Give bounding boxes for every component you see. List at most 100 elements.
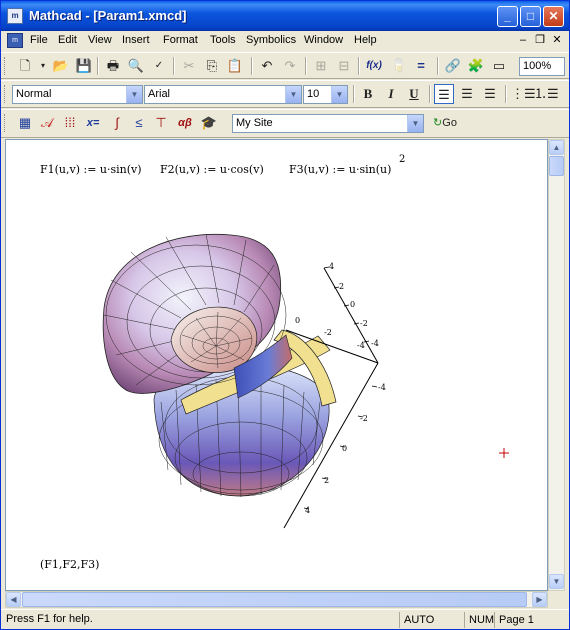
horizontal-scrollbar[interactable]: ◀ ▶	[5, 591, 548, 608]
open-icon[interactable]: 📂	[51, 56, 71, 76]
tick-label: 2	[339, 282, 344, 291]
vertical-scroll-thumb[interactable]	[549, 156, 564, 176]
worksheet[interactable]: F1(u,v) := u·sin(v) F2(u,v) := u·cos(v) …	[5, 139, 548, 591]
evaluation-icon[interactable]: x=	[83, 113, 103, 133]
style-select[interactable]: Normal ▼	[12, 85, 143, 104]
chevron-down-icon[interactable]: ▼	[331, 86, 347, 103]
align-right-icon[interactable]: ☰	[480, 84, 500, 104]
minimize-button[interactable]: _	[497, 6, 518, 27]
status-page: Page 1	[494, 612, 566, 628]
menu-symbolics[interactable]: Symbolics	[246, 34, 296, 46]
toolbar-grip[interactable]	[4, 114, 7, 132]
zoom-select[interactable]: 100%	[519, 57, 565, 76]
spellcheck-icon[interactable]: ✓	[149, 56, 169, 76]
menu-help[interactable]: Help	[354, 34, 377, 46]
status-num-lock: NUM	[464, 612, 494, 628]
tick-label: -4	[378, 383, 386, 392]
resource-center-icon[interactable]: ▭	[489, 56, 509, 76]
matrix-icon[interactable]: ⁞⁞⁞	[60, 113, 80, 133]
save-icon[interactable]: 💾	[74, 56, 94, 76]
tick-label: 4	[305, 506, 310, 515]
scroll-up-icon[interactable]: ▲	[549, 140, 564, 155]
menu-window[interactable]: Window	[304, 34, 343, 46]
menu-tools[interactable]: Tools	[210, 34, 236, 46]
separator	[305, 57, 307, 75]
scroll-right-icon[interactable]: ▶	[532, 592, 547, 607]
chevron-down-icon[interactable]: ▼	[285, 86, 301, 103]
new-dropdown-icon[interactable]: ▾	[33, 56, 53, 76]
go-button[interactable]: ↻Go	[427, 113, 463, 133]
vertical-scrollbar[interactable]: ▲ ▼	[548, 139, 565, 591]
paste-icon[interactable]: 📋	[225, 56, 245, 76]
scroll-left-icon[interactable]: ◀	[6, 592, 21, 607]
bold-button[interactable]: B	[358, 84, 378, 104]
align-center-icon[interactable]: ☰	[457, 84, 477, 104]
doc-close-button[interactable]: ✕	[549, 33, 565, 48]
menu-view[interactable]: View	[88, 34, 112, 46]
tick-label: 0	[342, 444, 347, 453]
insert-hyperlink-icon[interactable]: 🔗	[443, 56, 463, 76]
calculus-icon[interactable]: ∫	[107, 113, 127, 133]
menu-format[interactable]: Format	[163, 34, 198, 46]
go-arrow-icon: ↻	[433, 117, 443, 129]
document-icon[interactable]: m	[7, 33, 23, 48]
maximize-button[interactable]: □	[520, 6, 541, 27]
surface-plot[interactable]: 4 2 0 -2 -4 0 -2 -4 -4 -2 0 2 4	[6, 140, 548, 591]
symbolic-icon[interactable]: 🎓	[199, 113, 219, 133]
plot-upper-surface	[102, 233, 293, 399]
calculator-icon[interactable]: ▦	[15, 113, 35, 133]
redo-icon[interactable]: ↷	[280, 56, 300, 76]
toolbar-grip[interactable]	[4, 57, 7, 75]
chevron-down-icon[interactable]: ▼	[126, 86, 142, 103]
title-bar[interactable]: m Mathcad - [Param1.xmcd] _ □ ✕	[1, 1, 569, 31]
tick-label: 4	[329, 262, 334, 271]
separator	[251, 57, 253, 75]
doc-restore-button[interactable]: ❐	[532, 33, 548, 48]
menu-file[interactable]: File	[30, 34, 48, 46]
cut-icon[interactable]: ✂	[179, 56, 199, 76]
print-preview-icon[interactable]: 🔍	[126, 56, 146, 76]
separator	[505, 85, 507, 103]
formatting-toolbar: Normal ▼ Arial ▼ 10 ▼ B I U ☰ ☰ ☰ ⋮☰ ⒈☰	[1, 80, 569, 108]
insert-component-icon[interactable]: 🧩	[466, 56, 486, 76]
align-across-icon[interactable]: ⊞	[311, 56, 331, 76]
font-size-select[interactable]: 10 ▼	[303, 85, 348, 104]
greek-icon[interactable]: αβ	[175, 113, 195, 133]
separator	[353, 85, 355, 103]
doc-minimize-button[interactable]: –	[515, 33, 531, 48]
insertion-cursor	[499, 448, 509, 458]
boolean-icon[interactable]: ≤	[129, 113, 149, 133]
toolbar-grip[interactable]	[4, 85, 7, 103]
resource-site-select[interactable]: My Site ▼	[232, 114, 424, 133]
status-bar: Press F1 for help. AUTO NUM Page 1	[1, 609, 569, 629]
programming-icon[interactable]: ⊤	[151, 113, 171, 133]
copy-icon[interactable]: ⎘	[202, 56, 222, 76]
scroll-corner	[548, 591, 565, 608]
calculate-icon[interactable]: =	[411, 56, 431, 76]
undo-icon[interactable]: ↶	[257, 56, 277, 76]
font-select[interactable]: Arial ▼	[144, 85, 302, 104]
tick-label: 2	[324, 476, 329, 485]
underline-button[interactable]: U	[404, 84, 424, 104]
mathcad-icon[interactable]: m	[7, 8, 23, 24]
menu-insert[interactable]: Insert	[122, 34, 150, 46]
font-value: Arial	[148, 88, 171, 100]
print-icon[interactable]: 🖶	[103, 56, 123, 76]
align-left-icon[interactable]: ☰	[434, 84, 454, 104]
menu-edit[interactable]: Edit	[58, 34, 77, 46]
insert-function-button[interactable]: f(x)	[364, 56, 384, 76]
tick-label: 0	[350, 300, 355, 309]
align-down-icon[interactable]: ⊟	[334, 56, 354, 76]
graph-icon[interactable]: 𝒜	[37, 113, 57, 133]
new-icon[interactable]: 🗋	[15, 56, 35, 76]
horizontal-scroll-thumb[interactable]	[22, 592, 527, 607]
chevron-down-icon[interactable]: ▼	[407, 115, 423, 132]
close-button[interactable]: ✕	[543, 6, 564, 27]
italic-button[interactable]: I	[381, 84, 401, 104]
tick-label: 0	[295, 316, 300, 325]
bulleted-list-icon[interactable]: ⋮☰	[511, 84, 536, 104]
scroll-down-icon[interactable]: ▼	[549, 574, 564, 589]
insert-unit-icon[interactable]: 🥛	[389, 56, 409, 76]
plot-arguments[interactable]: (F1,F2,F3)	[40, 558, 99, 571]
numbered-list-icon[interactable]: ⒈☰	[534, 84, 559, 104]
